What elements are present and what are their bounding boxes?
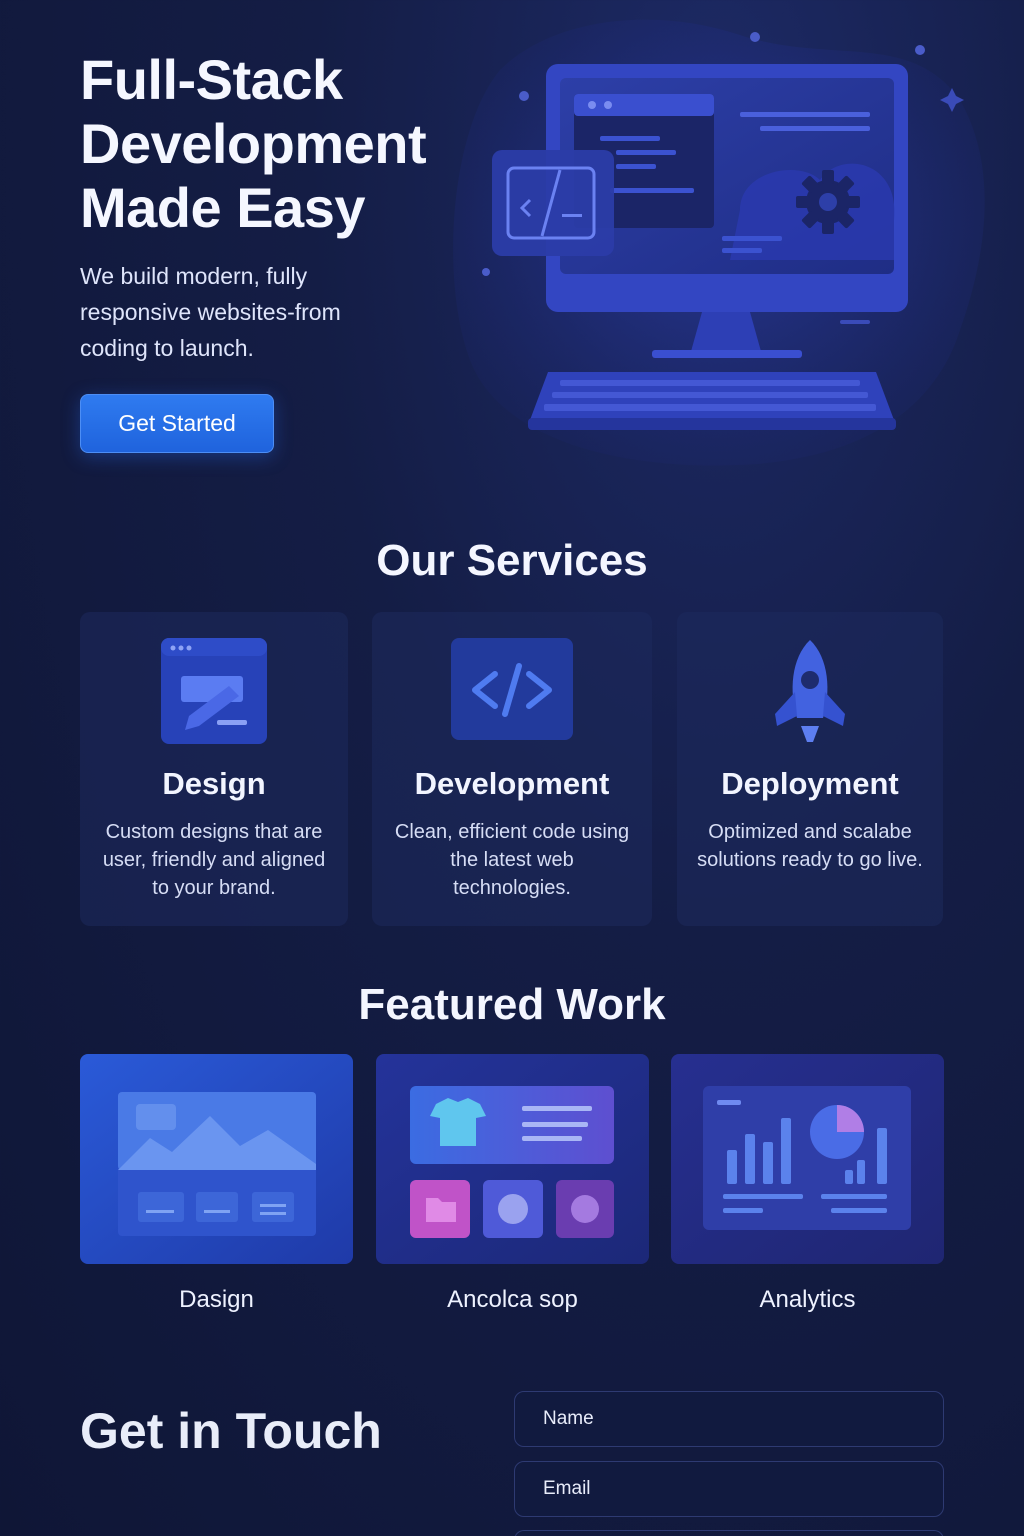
services-heading: Our Services	[376, 536, 648, 585]
service-desc-design: Custom designs that are user, friendly a…	[102, 821, 326, 899]
service-desc-development: Clean, efficient code using the latest w…	[394, 821, 630, 899]
email-field[interactable]	[514, 1461, 944, 1517]
rocket-icon	[755, 636, 865, 746]
work-label-shop: Ancolca sop	[447, 1286, 578, 1313]
service-card-design: Design Custom designs that are user, fri…	[80, 612, 348, 926]
message-field[interactable]	[514, 1530, 944, 1536]
desktop-computer-icon	[453, 19, 985, 466]
service-desc-deployment: Optimized and scalabe solutions ready to…	[697, 821, 923, 871]
hero-title-line-3: Made Easy	[80, 176, 366, 239]
hero-title: Full-Stack Development Made Easy	[80, 48, 500, 240]
service-card-development: Development Clean, efficient code using …	[372, 612, 652, 926]
hero-subtitle: We build modern, fully responsive websit…	[80, 263, 341, 361]
code-brackets-icon	[451, 636, 573, 746]
work-card-analytics[interactable]	[671, 1054, 944, 1264]
work-label-analytics: Analytics	[759, 1286, 856, 1313]
landscape-layout-thumbnail	[80, 1054, 353, 1264]
shop-layout-thumbnail	[376, 1054, 649, 1264]
hero-title-line-1: Full-Stack	[80, 48, 343, 111]
design-window-icon	[159, 636, 269, 746]
get-started-button[interactable]: Get Started	[80, 394, 274, 453]
service-title-development: Development	[414, 766, 610, 801]
service-title-deployment: Deployment	[721, 766, 899, 801]
service-card-deployment: Deployment Optimized and scalabe solutio…	[677, 612, 943, 926]
work-card-shop[interactable]	[376, 1054, 649, 1264]
work-heading: Featured Work	[358, 980, 666, 1029]
work-label-design: Dasign	[179, 1286, 254, 1313]
hero-title-line-2: Development	[80, 112, 427, 175]
analytics-dashboard-thumbnail	[671, 1054, 944, 1264]
work-card-design[interactable]	[80, 1054, 353, 1264]
contact-heading: Get in Touch	[80, 1403, 382, 1459]
name-field[interactable]	[514, 1391, 944, 1447]
service-title-design: Design	[162, 766, 266, 801]
